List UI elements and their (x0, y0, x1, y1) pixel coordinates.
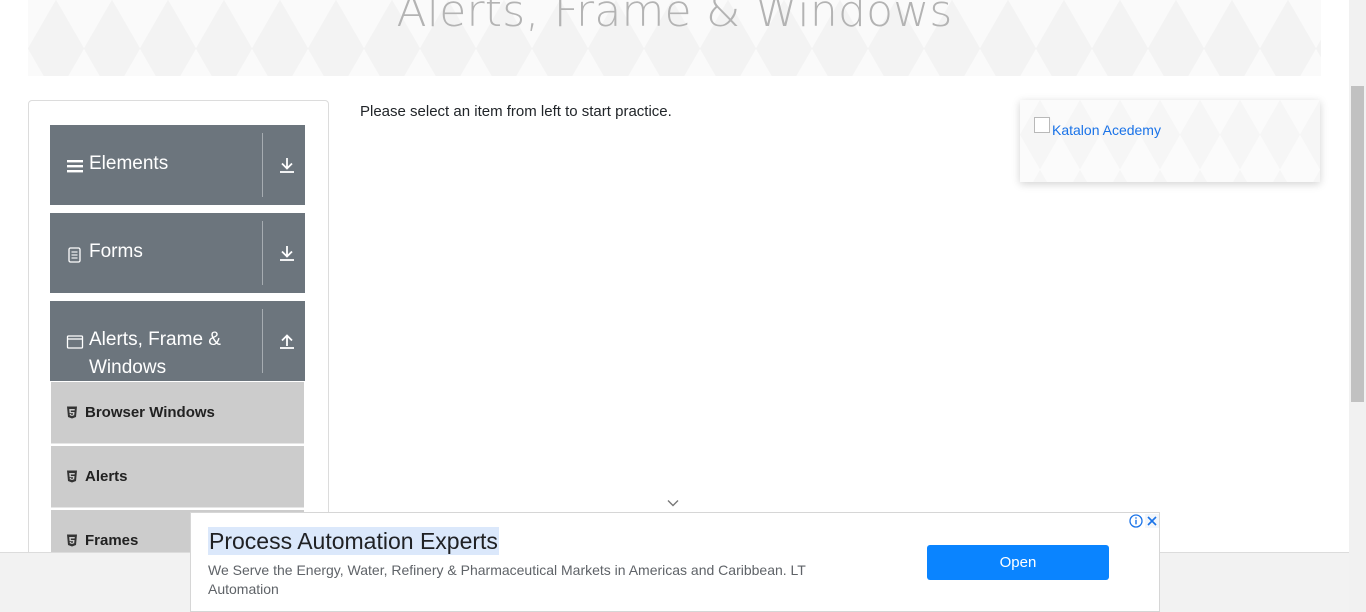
page: Alerts, Frame & Windows Elements Forms A… (0, 0, 1366, 612)
sidebar-item-label: Alerts (85, 468, 128, 485)
upload-arrow-icon[interactable] (277, 331, 297, 351)
ad-headline[interactable]: Process Automation Experts (208, 527, 499, 555)
sidebar-group-label: Elements (89, 153, 169, 174)
sidebar-panel: Elements Forms Alerts, Frame & Windows B… (28, 100, 329, 572)
ad-open-button[interactable]: Open (927, 545, 1109, 580)
broken-image-icon (1034, 117, 1050, 133)
divider (262, 133, 263, 197)
html5-icon (67, 534, 77, 547)
info-icon[interactable] (1129, 514, 1143, 528)
sidebar-item-label: Browser Windows (85, 404, 215, 421)
download-arrow-icon[interactable] (277, 155, 297, 175)
document-icon (68, 247, 81, 263)
sidebar-item-alerts[interactable]: Alerts (51, 446, 304, 508)
menu-icon (67, 160, 83, 173)
close-icon[interactable] (1145, 514, 1159, 528)
sidebar-item-browser-windows[interactable]: Browser Windows (51, 382, 304, 444)
practice-instruction: Please select an item from left to start… (360, 103, 672, 120)
html5-icon (67, 470, 77, 483)
sidebar-group-label-line2: Windows (89, 357, 167, 378)
ad-description: We Serve the Energy, Water, Refinery & P… (208, 562, 806, 597)
page-banner: Alerts, Frame & Windows (28, 0, 1321, 76)
scrollbar-thumb[interactable] (1351, 86, 1364, 402)
divider (262, 221, 263, 285)
side-ad[interactable]: Katalon Acedemy (1020, 100, 1320, 182)
window-icon (66, 335, 84, 349)
sidebar-group-label: Alerts, Frame & (89, 329, 221, 350)
sidebar-group-elements[interactable]: Elements (50, 125, 305, 205)
download-arrow-icon[interactable] (277, 243, 297, 263)
html5-icon (67, 406, 77, 419)
divider (262, 309, 263, 373)
page-title: Alerts, Frame & Windows (396, 0, 953, 37)
chevron-down-icon[interactable] (666, 498, 680, 508)
sidebar-item-label: Frames (85, 532, 139, 549)
sidebar-group-forms[interactable]: Forms (50, 213, 305, 293)
sidebar-group-alerts-frame-windows[interactable]: Alerts, Frame & Windows (50, 301, 305, 381)
sidebar-group-label: Forms (89, 241, 143, 262)
bottom-ad-banner[interactable]: Process Automation Experts We Serve the … (190, 512, 1160, 612)
katalon-ad-link[interactable]: Katalon Acedemy (1052, 122, 1161, 138)
